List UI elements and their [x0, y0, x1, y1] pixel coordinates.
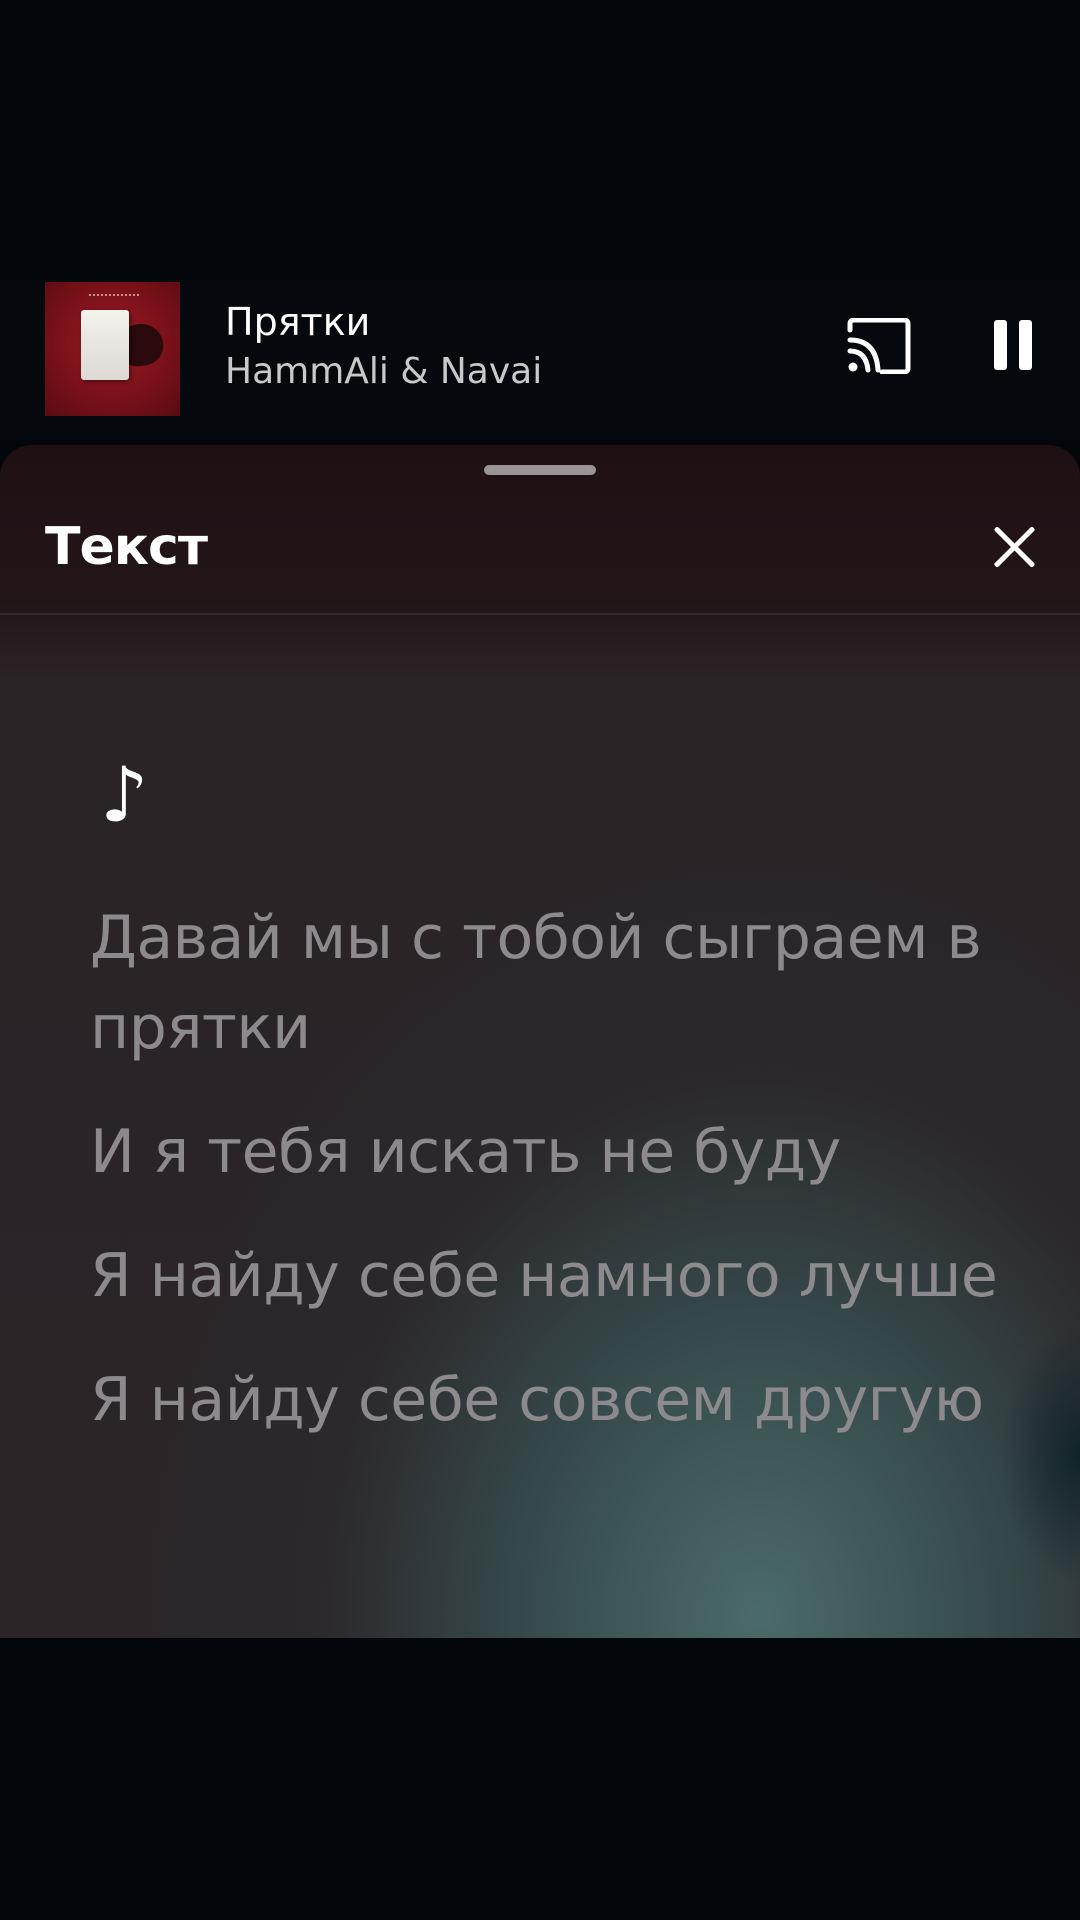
album-art[interactable] [45, 282, 180, 416]
cast-icon[interactable] [846, 317, 912, 375]
pause-bar-right [1019, 320, 1032, 370]
header-divider [0, 613, 1080, 615]
lyrics-sheet: Текст ♪ Давай мы с тобой сыграем в прятк… [0, 445, 1080, 1638]
drag-handle[interactable] [484, 465, 596, 475]
pause-bar-left [994, 320, 1007, 370]
track-artist[interactable]: HammAli & Navai [225, 351, 542, 392]
mini-player[interactable]: Прятки HammAli & Navai [0, 280, 1080, 440]
cast-icon-graphic [847, 317, 911, 375]
lyric-line[interactable]: Давай мы с тобой сыграем в прятки [90, 893, 1030, 1073]
album-art-text-decoration [89, 294, 139, 300]
album-art-paper [81, 310, 129, 380]
lyrics-list: Давай мы с тобой сыграем в прятки И я те… [90, 893, 1030, 1479]
lyric-line[interactable]: Я найду себе намного лучше [90, 1231, 1030, 1321]
track-title[interactable]: Прятки [225, 300, 370, 344]
lyric-line[interactable]: Я найду себе совсем другую [90, 1355, 1030, 1445]
app-screen: Прятки HammAli & Navai Текст ♪ Давай мы … [0, 0, 1080, 1920]
pause-icon[interactable] [992, 320, 1036, 372]
lyrics-title: Текст [45, 517, 208, 577]
music-note-icon: ♪ [100, 750, 149, 839]
close-icon[interactable] [990, 522, 1038, 570]
lyric-line[interactable]: И я тебя искать не буду [90, 1107, 1030, 1197]
